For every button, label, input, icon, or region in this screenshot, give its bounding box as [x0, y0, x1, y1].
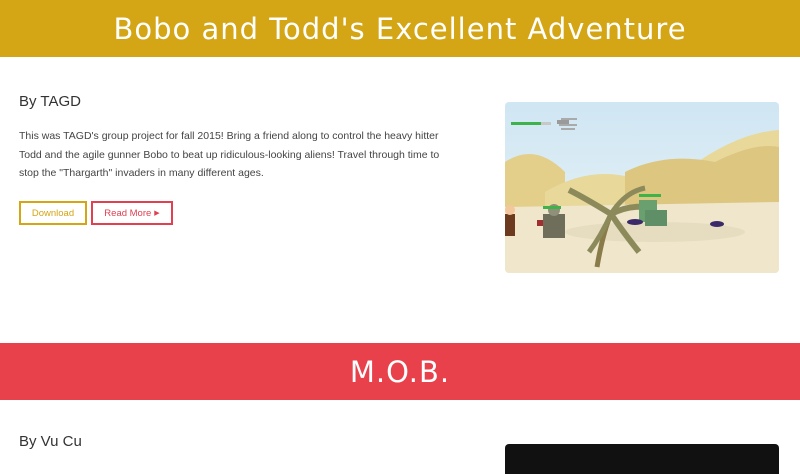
project-description: This was TAGD's group project for fall 2…: [19, 130, 440, 179]
download-button[interactable]: Download: [19, 201, 87, 225]
project-title: Bobo and Todd's Excellent Adventure: [113, 11, 687, 46]
download-button-label: Download: [31, 207, 75, 219]
read-more-button-label: Read More: [104, 207, 152, 219]
project-title: M.O.B.: [349, 354, 451, 389]
project-author: By Vu Cu: [19, 433, 82, 450]
game-screenshot: [505, 444, 779, 474]
project-section: By Vu Cu: [0, 400, 800, 474]
project-title-band: Bobo and Todd's Excellent Adventure: [0, 0, 800, 57]
project-section: By TAGD This was TAGD's group project fo…: [0, 57, 800, 343]
project-author: By TAGD: [19, 93, 81, 110]
project-title-band: M.O.B.: [0, 343, 800, 400]
read-more-button[interactable]: Read More ▶: [91, 201, 173, 225]
caret-right-icon: ▶: [154, 210, 160, 217]
game-screenshot: [505, 102, 779, 273]
